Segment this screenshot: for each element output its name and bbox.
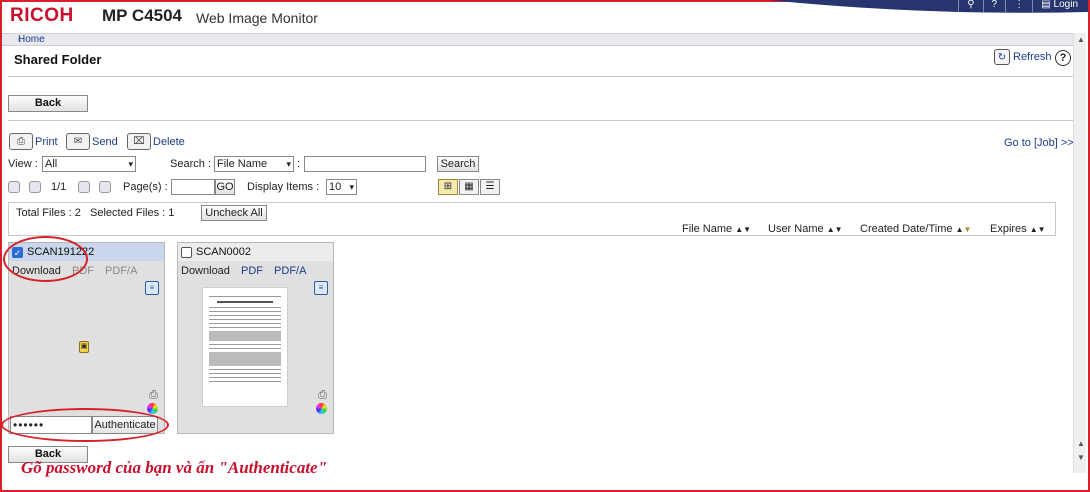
document-thumbnail[interactable]: [202, 287, 288, 407]
model-name: MP C4504: [102, 6, 183, 25]
first-page-icon[interactable]: [8, 181, 20, 193]
annotation-ellipse: [3, 236, 88, 282]
chevron-down-icon: ▾: [128, 159, 133, 169]
send-label: Send: [92, 135, 118, 148]
search-button[interactable]: Search: [437, 156, 479, 172]
search-icon[interactable]: ⚲: [958, 0, 982, 12]
delete-icon: ⌧: [127, 133, 151, 150]
send-icon: ✉: [66, 133, 90, 150]
list-view-icon[interactable]: ☰: [480, 179, 500, 195]
product-name: Web Image Monitor: [196, 10, 318, 26]
selected-files-count: 1: [168, 207, 175, 219]
view-label: View :: [8, 158, 38, 170]
scroll-down-icon[interactable]: ▼: [1077, 453, 1085, 462]
annotation-ellipse: [1, 408, 169, 442]
sort-desc-icon[interactable]: ▼: [1038, 225, 1046, 234]
display-items-label: Display Items :: [247, 181, 320, 193]
sort-desc-icon[interactable]: ▼: [835, 225, 843, 234]
login-label: Login: [1053, 0, 1078, 10]
refresh-button[interactable]: ↻ Refresh: [994, 49, 1052, 65]
sort-desc-icon[interactable]: ▼: [964, 225, 972, 234]
refresh-icon: ↻: [994, 49, 1010, 65]
printer-icon: ⎙: [9, 133, 33, 150]
details-icon[interactable]: ≡: [145, 281, 159, 295]
uncheck-all-button[interactable]: Uncheck All: [201, 205, 267, 221]
print-button[interactable]: ⎙ Print: [9, 133, 58, 150]
menu-icon[interactable]: ⋮: [1005, 0, 1032, 12]
scroll-up-icon[interactable]: ▲: [1077, 35, 1085, 44]
pdfa-link[interactable]: PDF/A: [274, 265, 306, 277]
goto-job-link[interactable]: Go to [Job] >>: [1004, 137, 1074, 149]
go-button[interactable]: GO: [215, 179, 235, 195]
sort-desc-icon[interactable]: ▼: [743, 225, 751, 234]
view-select-value: All: [45, 158, 58, 170]
refresh-label: Refresh: [1013, 51, 1052, 63]
delete-label: Delete: [153, 135, 185, 148]
page-counter: 1/1: [51, 181, 67, 193]
next-page-icon[interactable]: [78, 181, 90, 193]
display-items-select[interactable]: 10 ▾: [326, 179, 357, 195]
top-icon-bar: ⚲ ? ⋮ ▤ Login: [958, 0, 1086, 12]
search-field-select[interactable]: File Name ▾: [214, 156, 294, 172]
printer-icon: ⎙: [149, 389, 158, 401]
ricoh-logo: RICOH: [10, 5, 74, 26]
color-icon: [147, 403, 158, 414]
view-select[interactable]: All ▾: [42, 156, 136, 172]
search-input[interactable]: [304, 156, 426, 172]
sort-asc-icon[interactable]: ▲: [735, 225, 743, 234]
sort-created-date[interactable]: Created Date/Time ▲▼: [860, 223, 971, 235]
scrollbar[interactable]: ▲ ▲ ▼: [1073, 33, 1086, 473]
send-button[interactable]: ✉ Send: [66, 133, 118, 150]
last-page-icon[interactable]: [99, 181, 111, 193]
page-input[interactable]: [171, 179, 215, 195]
grid-view-icon[interactable]: ▦: [459, 179, 479, 195]
sort-asc-icon[interactable]: ▲: [827, 225, 835, 234]
pdfa-link[interactable]: PDF/A: [105, 265, 137, 277]
search-field-value: File Name: [217, 158, 268, 170]
sort-asc-icon[interactable]: ▲: [956, 225, 964, 234]
chevron-down-icon: ▾: [286, 159, 291, 169]
display-items-value: 10: [329, 181, 342, 193]
chevron-down-icon: ▾: [349, 182, 354, 192]
file-links: Download PDF PDF/A: [181, 265, 314, 277]
back-button-top[interactable]: Back: [8, 95, 88, 112]
printer-icon: ⎙: [318, 389, 327, 401]
file-card-header: SCAN0002: [178, 243, 333, 261]
download-link[interactable]: Download: [181, 265, 230, 277]
prev-page-icon[interactable]: [29, 181, 41, 193]
lock-icon: ▣: [79, 341, 89, 353]
instruction-caption: Gõ password của bạn và ấn "Authenticate": [21, 458, 328, 477]
delete-button[interactable]: ⌧ Delete: [127, 133, 185, 150]
login-link[interactable]: ▤ Login: [1032, 0, 1086, 12]
print-label: Print: [35, 135, 58, 148]
total-files-label: Total Files :: [16, 207, 72, 219]
file-checkbox[interactable]: [181, 246, 192, 258]
thumbnail-view-icon[interactable]: ⊞: [438, 179, 458, 195]
help-icon[interactable]: ?: [1055, 50, 1071, 66]
selected-files-label: Selected Files :: [90, 207, 166, 219]
sort-asc-icon[interactable]: ▲: [1030, 225, 1038, 234]
sort-file-name[interactable]: File Name ▲▼: [682, 223, 751, 235]
sort-expires[interactable]: Expires ▲▼: [990, 223, 1046, 235]
divider: [8, 76, 1074, 77]
sort-user-name[interactable]: User Name ▲▼: [768, 223, 843, 235]
search-label: Search :: [170, 158, 211, 170]
breadcrumb: ‹ Home: [2, 33, 1074, 46]
page-title: Shared Folder: [14, 52, 102, 67]
divider: [8, 120, 1074, 121]
login-icon: ▤: [1041, 0, 1051, 10]
pdf-link[interactable]: PDF: [241, 265, 263, 277]
pages-label: Page(s) :: [123, 181, 168, 193]
home-label: Home: [18, 34, 45, 45]
scroll-up-icon[interactable]: ▲: [1077, 439, 1085, 448]
file-card[interactable]: SCAN0002 Download PDF PDF/A ≡ ⎙: [177, 242, 334, 434]
total-files-count: 2: [74, 207, 81, 219]
help-icon[interactable]: ?: [982, 0, 1006, 12]
file-name[interactable]: SCAN0002: [196, 246, 251, 258]
color-icon: [316, 403, 327, 414]
file-summary: Total Files : 2 Selected Files : 1: [16, 207, 174, 219]
details-icon[interactable]: ≡: [314, 281, 328, 295]
